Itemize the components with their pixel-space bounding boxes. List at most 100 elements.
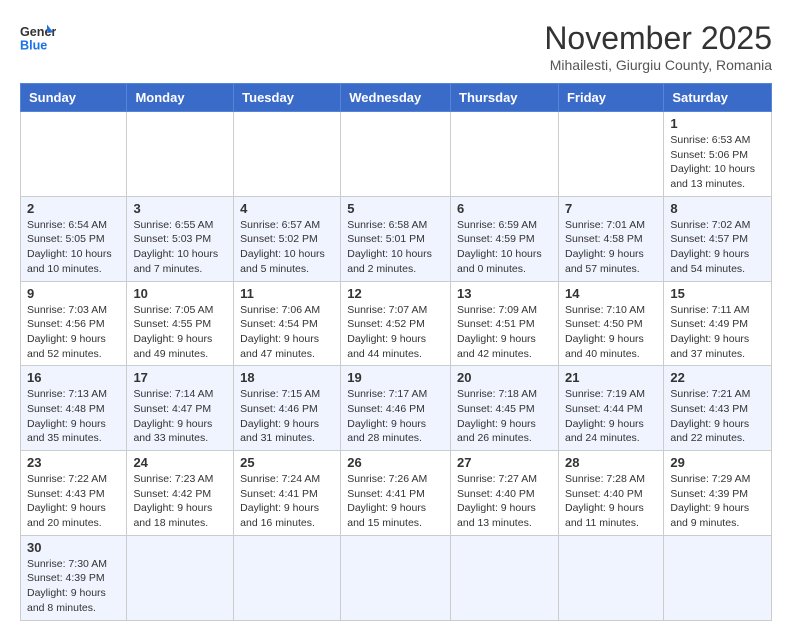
calendar-cell [451, 112, 559, 197]
calendar-cell: 26 Sunrise: 7:26 AM Sunset: 4:41 PM Dayli… [341, 451, 451, 536]
day-number: 4 [240, 201, 334, 216]
calendar-week-1: 2 Sunrise: 6:54 AM Sunset: 5:05 PM Daylig… [21, 196, 772, 281]
calendar-cell: 17 Sunrise: 7:14 AM Sunset: 4:47 PM Dayli… [127, 366, 234, 451]
day-info: Sunrise: 7:17 AM Sunset: 4:46 PM Dayligh… [347, 387, 444, 446]
day-info: Sunrise: 7:14 AM Sunset: 4:47 PM Dayligh… [133, 387, 227, 446]
calendar-cell: 11 Sunrise: 7:06 AM Sunset: 4:54 PM Dayli… [234, 281, 341, 366]
day-number: 22 [670, 370, 765, 385]
calendar: SundayMondayTuesdayWednesdayThursdayFrid… [20, 83, 772, 621]
calendar-cell: 24 Sunrise: 7:23 AM Sunset: 4:42 PM Dayli… [127, 451, 234, 536]
calendar-cell: 10 Sunrise: 7:05 AM Sunset: 4:55 PM Dayli… [127, 281, 234, 366]
day-info: Sunrise: 7:01 AM Sunset: 4:58 PM Dayligh… [565, 218, 657, 277]
day-number: 18 [240, 370, 334, 385]
title-area: November 2025 Mihailesti, Giurgiu County… [544, 20, 772, 73]
calendar-cell: 7Sunrise: 7:01 AM Sunset: 4:58 PM Daylig… [558, 196, 663, 281]
day-number: 19 [347, 370, 444, 385]
calendar-cell [234, 535, 341, 620]
calendar-cell [21, 112, 127, 197]
day-number: 11 [240, 286, 334, 301]
day-number: 20 [457, 370, 552, 385]
calendar-cell: 22 Sunrise: 7:21 AM Sunset: 4:43 PM Dayli… [664, 366, 772, 451]
header-row: SundayMondayTuesdayWednesdayThursdayFrid… [21, 84, 772, 112]
calendar-body: 1 Sunrise: 6:53 AM Sunset: 5:06 PM Daylig… [21, 112, 772, 621]
calendar-cell: 5 Sunrise: 6:58 AM Sunset: 5:01 PM Daylig… [341, 196, 451, 281]
calendar-cell: 9Sunrise: 7:03 AM Sunset: 4:56 PM Daylig… [21, 281, 127, 366]
day-info: Sunrise: 6:58 AM Sunset: 5:01 PM Dayligh… [347, 218, 444, 277]
logo-icon: General Blue [20, 20, 56, 56]
calendar-cell: 15Sunrise: 7:11 AM Sunset: 4:49 PM Dayli… [664, 281, 772, 366]
svg-text:Blue: Blue [20, 39, 47, 53]
calendar-cell [664, 535, 772, 620]
day-number: 21 [565, 370, 657, 385]
calendar-cell [451, 535, 559, 620]
calendar-cell: 4 Sunrise: 6:57 AM Sunset: 5:02 PM Daylig… [234, 196, 341, 281]
calendar-week-3: 16Sunrise: 7:13 AM Sunset: 4:48 PM Dayli… [21, 366, 772, 451]
day-number: 26 [347, 455, 444, 470]
day-number: 28 [565, 455, 657, 470]
calendar-week-0: 1 Sunrise: 6:53 AM Sunset: 5:06 PM Daylig… [21, 112, 772, 197]
day-info: Sunrise: 7:05 AM Sunset: 4:55 PM Dayligh… [133, 303, 227, 362]
day-number: 24 [133, 455, 227, 470]
day-number: 1 [670, 116, 765, 131]
calendar-cell: 23 Sunrise: 7:22 AM Sunset: 4:43 PM Dayli… [21, 451, 127, 536]
calendar-cell: 25Sunrise: 7:24 AM Sunset: 4:41 PM Dayli… [234, 451, 341, 536]
calendar-cell: 28 Sunrise: 7:28 AM Sunset: 4:40 PM Dayli… [558, 451, 663, 536]
calendar-cell [341, 112, 451, 197]
day-info: Sunrise: 7:26 AM Sunset: 4:41 PM Dayligh… [347, 472, 444, 531]
calendar-cell: 12 Sunrise: 7:07 AM Sunset: 4:52 PM Dayli… [341, 281, 451, 366]
calendar-cell: 27Sunrise: 7:27 AM Sunset: 4:40 PM Dayli… [451, 451, 559, 536]
day-info: Sunrise: 6:54 AM Sunset: 5:05 PM Dayligh… [27, 218, 120, 277]
day-info: Sunrise: 7:28 AM Sunset: 4:40 PM Dayligh… [565, 472, 657, 531]
day-info: Sunrise: 7:18 AM Sunset: 4:45 PM Dayligh… [457, 387, 552, 446]
day-info: Sunrise: 7:22 AM Sunset: 4:43 PM Dayligh… [27, 472, 120, 531]
calendar-cell [127, 535, 234, 620]
col-header-saturday: Saturday [664, 84, 772, 112]
calendar-cell [127, 112, 234, 197]
calendar-cell: 1 Sunrise: 6:53 AM Sunset: 5:06 PM Daylig… [664, 112, 772, 197]
day-info: Sunrise: 7:23 AM Sunset: 4:42 PM Dayligh… [133, 472, 227, 531]
day-info: Sunrise: 6:59 AM Sunset: 4:59 PM Dayligh… [457, 218, 552, 277]
day-number: 23 [27, 455, 120, 470]
calendar-cell: 29 Sunrise: 7:29 AM Sunset: 4:39 PM Dayli… [664, 451, 772, 536]
day-number: 10 [133, 286, 227, 301]
calendar-cell: 2 Sunrise: 6:54 AM Sunset: 5:05 PM Daylig… [21, 196, 127, 281]
calendar-cell: 20 Sunrise: 7:18 AM Sunset: 4:45 PM Dayli… [451, 366, 559, 451]
day-number: 2 [27, 201, 120, 216]
calendar-cell [558, 535, 663, 620]
day-number: 14 [565, 286, 657, 301]
day-number: 5 [347, 201, 444, 216]
day-info: Sunrise: 6:57 AM Sunset: 5:02 PM Dayligh… [240, 218, 334, 277]
day-number: 30 [27, 540, 120, 555]
day-info: Sunrise: 6:53 AM Sunset: 5:06 PM Dayligh… [670, 133, 765, 192]
calendar-cell: 13 Sunrise: 7:09 AM Sunset: 4:51 PM Dayli… [451, 281, 559, 366]
col-header-tuesday: Tuesday [234, 84, 341, 112]
col-header-thursday: Thursday [451, 84, 559, 112]
calendar-cell: 18Sunrise: 7:15 AM Sunset: 4:46 PM Dayli… [234, 366, 341, 451]
day-info: Sunrise: 7:02 AM Sunset: 4:57 PM Dayligh… [670, 218, 765, 277]
calendar-cell: 14 Sunrise: 7:10 AM Sunset: 4:50 PM Dayli… [558, 281, 663, 366]
month-title: November 2025 [544, 20, 772, 57]
col-header-wednesday: Wednesday [341, 84, 451, 112]
location-subtitle: Mihailesti, Giurgiu County, Romania [544, 57, 772, 73]
day-info: Sunrise: 7:21 AM Sunset: 4:43 PM Dayligh… [670, 387, 765, 446]
day-info: Sunrise: 7:07 AM Sunset: 4:52 PM Dayligh… [347, 303, 444, 362]
logo: General Blue [20, 20, 56, 56]
calendar-cell [558, 112, 663, 197]
day-info: Sunrise: 7:06 AM Sunset: 4:54 PM Dayligh… [240, 303, 334, 362]
col-header-friday: Friday [558, 84, 663, 112]
day-info: Sunrise: 7:29 AM Sunset: 4:39 PM Dayligh… [670, 472, 765, 531]
day-info: Sunrise: 7:10 AM Sunset: 4:50 PM Dayligh… [565, 303, 657, 362]
day-number: 29 [670, 455, 765, 470]
calendar-cell [234, 112, 341, 197]
calendar-cell [341, 535, 451, 620]
day-info: Sunrise: 7:09 AM Sunset: 4:51 PM Dayligh… [457, 303, 552, 362]
day-number: 27 [457, 455, 552, 470]
day-number: 17 [133, 370, 227, 385]
day-number: 13 [457, 286, 552, 301]
day-number: 8 [670, 201, 765, 216]
calendar-week-5: 30Sunrise: 7:30 AM Sunset: 4:39 PM Dayli… [21, 535, 772, 620]
day-info: Sunrise: 6:55 AM Sunset: 5:03 PM Dayligh… [133, 218, 227, 277]
day-number: 6 [457, 201, 552, 216]
day-number: 12 [347, 286, 444, 301]
day-number: 16 [27, 370, 120, 385]
